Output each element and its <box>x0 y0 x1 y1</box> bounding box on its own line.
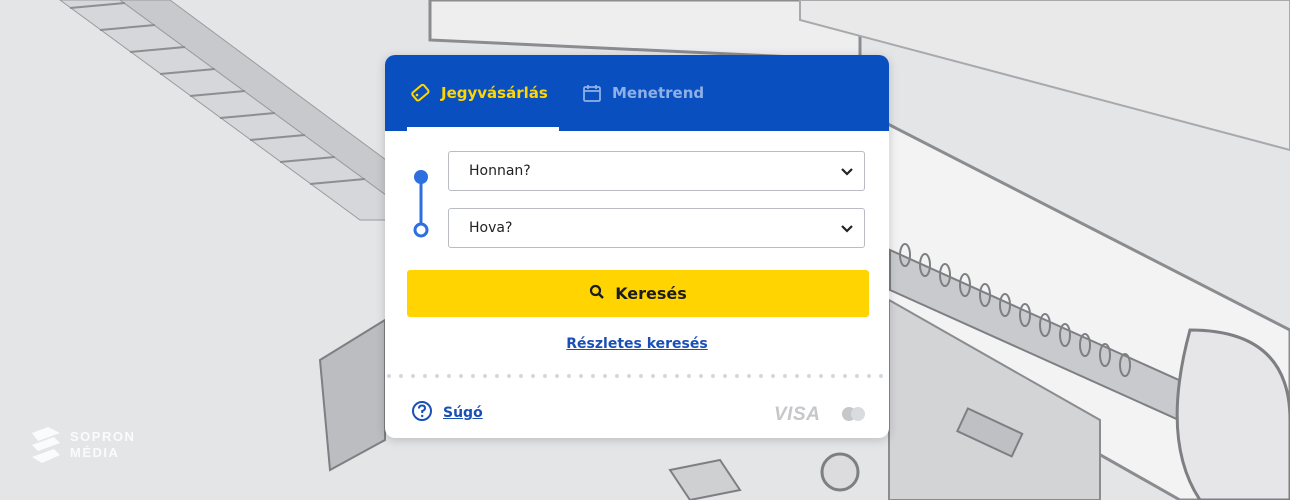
destination-select[interactable]: Hova? <box>448 208 865 248</box>
visa-logo: VISA <box>774 404 821 425</box>
card-footer: Súgó VISA <box>385 388 889 438</box>
search-icon <box>589 284 605 303</box>
search-button[interactable]: Keresés <box>407 270 869 317</box>
help-link-label: Súgó <box>443 405 483 421</box>
origin-placeholder: Honnan? <box>469 163 531 179</box>
tab-timetable[interactable]: Menetrend <box>582 55 704 131</box>
question-circle-icon <box>411 400 433 426</box>
tab-label: Menetrend <box>612 84 705 102</box>
tab-ticket-purchase[interactable]: Jegyvásárlás <box>407 55 559 131</box>
sopron-media-watermark: SOPRON MÉDIA <box>28 425 135 465</box>
destination-placeholder: Hova? <box>469 220 513 236</box>
chevron-down-icon <box>840 219 854 238</box>
chevron-down-icon <box>840 162 854 181</box>
help-link[interactable]: Súgó <box>411 400 483 426</box>
route-indicator-icon <box>413 170 429 238</box>
advanced-search-link[interactable]: Részletes keresés <box>566 336 707 352</box>
sopron-media-logo-icon <box>32 427 60 463</box>
ticket-search-card: Jegyvásárlás Menetrend Honnan? Hova? Ker… <box>385 55 889 438</box>
watermark-text: SOPRON MÉDIA <box>70 429 136 460</box>
tab-bar: Jegyvásárlás Menetrend <box>385 55 889 131</box>
origin-select[interactable]: Honnan? <box>448 151 865 191</box>
ticket-icon <box>409 82 431 104</box>
search-form: Honnan? Hova? Keresés Részletes keresés <box>385 131 889 438</box>
calendar-icon <box>582 83 602 103</box>
search-button-label: Keresés <box>615 284 687 303</box>
advanced-search-link-container: Részletes keresés <box>385 333 889 352</box>
mastercard-icon <box>842 407 865 421</box>
dotted-divider <box>387 374 883 378</box>
rail-track-illustration <box>59 0 441 221</box>
tab-label: Jegyvásárlás <box>441 84 548 102</box>
